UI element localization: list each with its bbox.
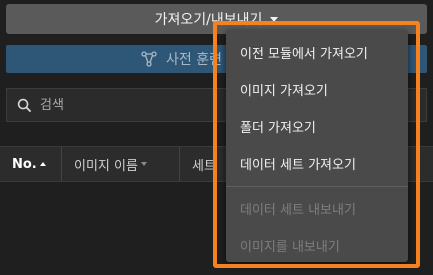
menu-item-import-images[interactable]: 이미지 가져오기 <box>226 71 408 108</box>
pretrain-label: 사전 훈련 <box>166 52 222 68</box>
search-icon <box>17 98 32 112</box>
column-label: 이미지 이름 <box>74 158 138 174</box>
menu-item-label: 폴더 가져오기 <box>240 121 316 136</box>
menu-item-import-folder[interactable]: 폴더 가져오기 <box>226 108 408 145</box>
menu-divider <box>226 186 408 187</box>
import-export-label: 가져오기/내보내기 <box>154 12 263 28</box>
network-icon <box>141 51 157 67</box>
sort-ascending-icon <box>39 162 46 166</box>
column-header-no[interactable]: No. <box>0 147 62 181</box>
menu-item-label: 이미지를 내보내기 <box>240 240 340 255</box>
menu-item-export-images: 이미지를 내보내기 <box>226 227 408 264</box>
sort-descending-icon <box>140 162 147 166</box>
menu-item-import-dataset[interactable]: 데이터 세트 가져오기 <box>226 145 408 182</box>
app-window: 가져오기/내보내기 사전 훈련 No. 이미지 이름 세트 <box>0 0 433 275</box>
menu-item-label: 데이터 세트 내보내기 <box>240 203 356 218</box>
menu-item-import-from-previous-module[interactable]: 이전 모듈에서 가져오기 <box>226 34 408 71</box>
column-label: No. <box>12 156 37 172</box>
column-header-image-name[interactable]: 이미지 이름 <box>62 147 180 181</box>
menu-item-export-dataset: 데이터 세트 내보내기 <box>226 190 408 227</box>
import-export-menu: 이전 모듈에서 가져오기 이미지 가져오기 폴더 가져오기 데이터 세트 가져오… <box>226 30 408 262</box>
column-label: 세트 <box>192 158 216 174</box>
menu-item-label: 데이터 세트 가져오기 <box>240 158 356 173</box>
menu-item-label: 이전 모듈에서 가져오기 <box>240 47 368 62</box>
search-input[interactable] <box>38 96 222 114</box>
menu-item-label: 이미지 가져오기 <box>240 84 328 99</box>
caret-down-icon <box>270 16 279 22</box>
